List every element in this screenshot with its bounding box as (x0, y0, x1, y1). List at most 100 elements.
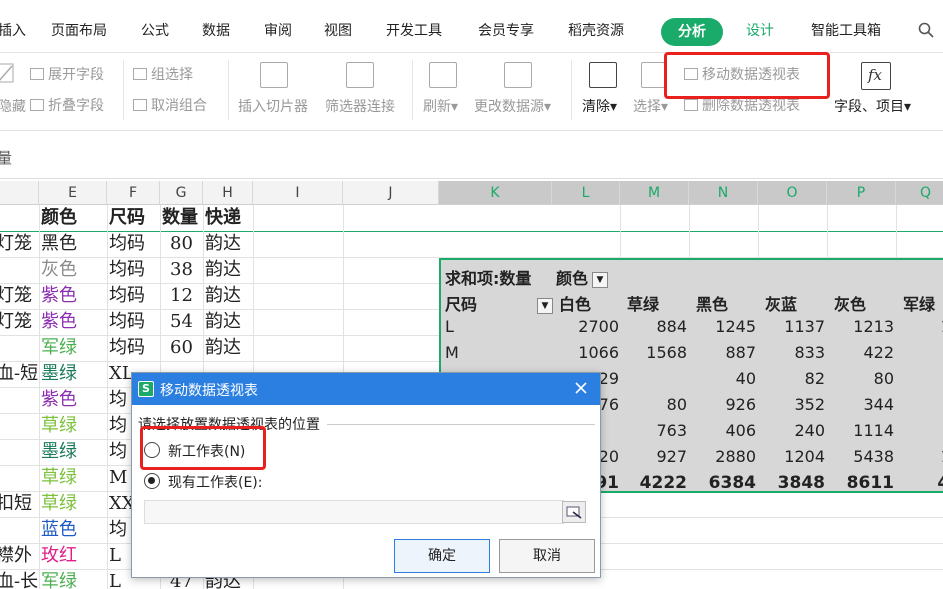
fx-icon[interactable]: fx (861, 62, 891, 90)
pivot-column-label[interactable]: 白色 (559, 291, 591, 315)
pivot-value-cell[interactable]: 422 (834, 343, 894, 362)
pivot-value-cell[interactable]: 927 (627, 447, 687, 466)
pivot-value-cell[interactable]: 887 (696, 343, 756, 362)
collapse-field-button[interactable]: 折叠字段 (30, 95, 104, 115)
pivot-total-cell[interactable]: 8611 (834, 473, 894, 493)
pivot-value-cell[interactable]: 14 (901, 317, 943, 336)
pivot-value-cell[interactable]: 40 (696, 369, 756, 388)
cell-color[interactable]: 紫色 (41, 309, 77, 335)
range-picker-icon[interactable] (562, 501, 586, 523)
pivot-value-cell[interactable]: 80 (834, 369, 894, 388)
pivot-row-label[interactable]: L (445, 317, 454, 336)
header-color[interactable]: 颜色 (41, 205, 77, 231)
pivot-value-cell[interactable]: 11 (901, 447, 943, 466)
group-selection-button[interactable]: 组选择 (133, 64, 193, 84)
column-header-I[interactable]: I (253, 181, 343, 205)
cell-size[interactable]: 均 (109, 517, 127, 543)
column-header-D[interactable] (0, 181, 39, 205)
pivot-value-cell[interactable]: 5 (901, 343, 943, 362)
cell-color[interactable]: 蓝色 (41, 517, 77, 543)
tab-developer[interactable]: 开发工具 (386, 20, 442, 40)
pivot-column-label[interactable]: 灰色 (834, 291, 866, 315)
hide-label[interactable]: 隐藏 (0, 96, 26, 116)
tab-formulas[interactable]: 公式 (141, 20, 169, 40)
pivot-row-field[interactable]: 尺码 ▼ (445, 291, 554, 315)
header-size[interactable]: 尺码 (109, 205, 145, 231)
range-input[interactable] (144, 500, 564, 524)
pivot-value-cell[interactable]: 2700 (559, 317, 619, 336)
cell-qty[interactable]: 80 (170, 231, 193, 257)
cell-shipping[interactable]: 韵达 (205, 231, 241, 257)
cell-size[interactable]: L (109, 543, 121, 569)
cell-size[interactable]: 均码 (109, 231, 145, 257)
column-header-G[interactable]: G (160, 181, 203, 205)
filter-connection-icon[interactable] (346, 62, 374, 88)
column-header-M[interactable]: M (620, 181, 689, 205)
pivot-total-cell[interactable]: 41 (901, 473, 943, 493)
pivot-value-cell[interactable]: 763 (627, 421, 687, 440)
tab-review[interactable]: 审阅 (264, 20, 292, 40)
cell-qty[interactable]: 12 (170, 283, 193, 309)
pivot-column-field[interactable]: 颜色 ▼ (556, 265, 609, 289)
pivot-value-cell[interactable]: 80 (627, 395, 687, 414)
pivot-column-label[interactable]: 灰蓝 (765, 291, 797, 315)
tab-data[interactable]: 数据 (202, 20, 230, 40)
cell-size[interactable]: M (109, 465, 127, 491)
close-icon[interactable] (570, 377, 592, 399)
cell-shipping[interactable]: 韵达 (205, 335, 241, 361)
pivot-value-cell[interactable]: 833 (765, 343, 825, 362)
pivot-value-cell[interactable]: 1245 (696, 317, 756, 336)
tab-analyze[interactable]: 分析 (661, 18, 723, 46)
pivot-value-cell[interactable]: 1114 (834, 421, 894, 440)
tab-smart-toolbox[interactable]: 智能工具箱 (811, 20, 881, 40)
pivot-value-cell[interactable]: 2880 (696, 447, 756, 466)
cell-color[interactable]: 军绿 (41, 569, 77, 589)
tab-page-layout[interactable]: 页面布局 (51, 20, 107, 40)
cell-size[interactable]: 均 (109, 439, 127, 465)
tab-insert[interactable]: 插入 (0, 20, 26, 40)
cell-color[interactable]: 墨绿 (41, 361, 77, 387)
cancel-button[interactable]: 取消 (499, 539, 595, 573)
column-header-N[interactable]: N (689, 181, 758, 205)
header-qty[interactable]: 数量 (162, 205, 198, 231)
cell-shipping[interactable]: 韵达 (205, 309, 241, 335)
tab-member[interactable]: 会员专享 (478, 20, 534, 40)
cell-color[interactable]: 草绿 (41, 491, 77, 517)
refresh-button[interactable]: 刷新▾ (423, 96, 458, 116)
column-header-F[interactable]: F (107, 181, 160, 205)
expand-field-button[interactable]: 展开字段 (30, 64, 104, 84)
pivot-column-label[interactable]: 军绿 (903, 291, 935, 315)
tab-design[interactable]: 设计 (746, 20, 774, 40)
cell-color[interactable]: 墨绿 (41, 439, 77, 465)
change-source-icon[interactable] (504, 62, 532, 88)
tab-docer[interactable]: 稻壳资源 (568, 20, 624, 40)
cell-color[interactable]: 玫红 (41, 543, 77, 569)
pivot-value-cell[interactable]: 1066 (559, 343, 619, 362)
column-header-K[interactable]: K (439, 181, 552, 205)
formula-bar[interactable]: 量 (0, 131, 943, 179)
cell-color[interactable]: 草绿 (41, 465, 77, 491)
pivot-total-cell[interactable]: 3848 (765, 473, 825, 493)
select-button[interactable]: 选择▾ (633, 96, 668, 116)
cell-product-name[interactable]: 襟外 (0, 543, 32, 569)
pivot-value-cell[interactable]: 240 (765, 421, 825, 440)
pivot-total-cell[interactable]: 4222 (627, 473, 687, 493)
cell-product-name[interactable]: 灯笼 (0, 231, 32, 257)
pivot-value-cell[interactable]: 1204 (765, 447, 825, 466)
filter-dropdown-icon[interactable]: ▼ (537, 298, 554, 314)
clear-icon[interactable] (589, 62, 617, 88)
dialog-titlebar[interactable]: S 移动数据透视表 (132, 373, 600, 405)
column-header-O[interactable]: O (758, 181, 827, 205)
column-header-P[interactable]: P (827, 181, 896, 205)
ok-button[interactable]: 确定 (394, 539, 490, 573)
cell-product-name[interactable]: 血-长 (0, 569, 38, 589)
pivot-value-cell[interactable]: 82 (765, 369, 825, 388)
cell-color[interactable]: 灰色 (41, 257, 77, 283)
cell-size[interactable]: 均码 (109, 309, 145, 335)
column-header-L[interactable]: L (552, 181, 620, 205)
column-header-Q[interactable]: Q (896, 181, 943, 205)
pivot-value-cell[interactable]: 926 (696, 395, 756, 414)
pivot-value-cell[interactable]: 1568 (627, 343, 687, 362)
select-icon[interactable] (641, 62, 665, 88)
pivot-value-cell[interactable]: 884 (627, 317, 687, 336)
